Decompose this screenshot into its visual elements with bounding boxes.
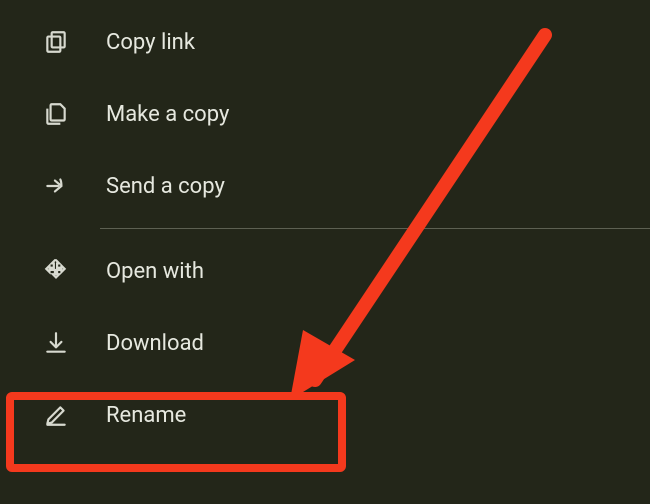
menu-item-send-a-copy[interactable]: Send a copy [0, 150, 650, 222]
menu-item-download[interactable]: Download [0, 307, 650, 379]
menu-item-label: Download [106, 331, 204, 356]
context-menu: Copy link Make a copy Send a copy Open w… [0, 0, 650, 451]
send-icon [40, 170, 72, 202]
menu-divider [100, 228, 650, 229]
document-copy-icon [40, 98, 72, 130]
menu-item-make-a-copy[interactable]: Make a copy [0, 78, 650, 150]
menu-item-rename[interactable]: Rename [0, 379, 650, 451]
menu-item-label: Make a copy [106, 102, 229, 127]
menu-item-label: Rename [106, 403, 186, 428]
menu-item-label: Send a copy [106, 174, 225, 199]
link-copy-icon [40, 26, 72, 58]
edit-pencil-icon [40, 399, 72, 431]
menu-item-open-with[interactable]: Open with [0, 235, 650, 307]
menu-item-label: Open with [106, 259, 204, 284]
menu-item-copy-link[interactable]: Copy link [0, 6, 650, 78]
download-icon [40, 327, 72, 359]
menu-item-label: Copy link [106, 30, 195, 55]
move-arrows-icon [40, 255, 72, 287]
